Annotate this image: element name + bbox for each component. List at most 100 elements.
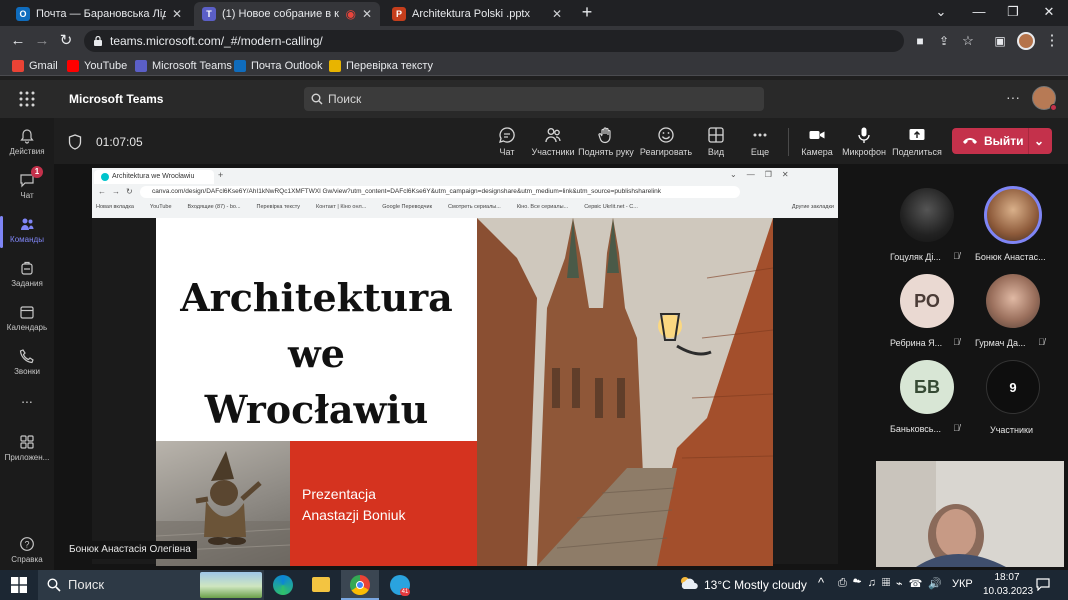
file-explorer-icon[interactable] xyxy=(312,577,330,592)
search-icon xyxy=(47,578,61,592)
chevron-up-icon[interactable]: ^ xyxy=(818,575,824,590)
browser-tab-outlook[interactable]: O Почта — Барановська Лідія Вік ✕ xyxy=(8,2,190,26)
youtube-icon xyxy=(67,60,79,72)
rail-item-calls[interactable]: Звонки xyxy=(0,344,54,384)
browser-tab-teams[interactable]: T (1) Новое собрание в канал ◉ ✕ xyxy=(194,2,380,26)
rail-item-chat[interactable]: Чат xyxy=(0,168,54,208)
calendar-icon xyxy=(20,306,34,319)
meeting-timer: 01:07:05 xyxy=(96,135,143,149)
lock-icon xyxy=(94,36,102,46)
bookmark-outlook[interactable]: Почта Outlook xyxy=(234,58,323,74)
new-tab-button[interactable]: + xyxy=(572,0,602,26)
participant-name: Гурмач Да... xyxy=(975,338,1026,348)
chevron-down-icon[interactable]: ⌄ xyxy=(1034,128,1044,154)
hang-up-icon xyxy=(963,138,977,144)
close-icon[interactable]: ✕ xyxy=(172,7,182,21)
shield-icon[interactable] xyxy=(68,134,82,150)
camera-in-use-icon[interactable]: ■ xyxy=(910,31,930,51)
self-view-video[interactable] xyxy=(876,461,1064,567)
leave-divider xyxy=(1028,128,1029,154)
share-screen-icon xyxy=(909,129,925,140)
participants-count[interactable]: 9 xyxy=(986,360,1040,414)
app-launcher-icon[interactable] xyxy=(18,90,36,108)
outlook-icon: O xyxy=(16,7,30,21)
leave-button[interactable]: Выйти ⌄ xyxy=(952,128,1052,154)
help-icon: ? xyxy=(20,537,34,551)
toolbar-share-button[interactable]: Поделиться xyxy=(889,124,945,162)
clock-time[interactable]: 18:07 xyxy=(987,572,1027,583)
weather-text[interactable]: 13°C Mostly cloudy xyxy=(704,578,807,592)
tab-label: (1) Новое собрание в канал xyxy=(222,8,340,20)
close-icon[interactable]: ✕ xyxy=(362,7,372,21)
restore-button[interactable]: ❐ xyxy=(998,0,1028,26)
grid-view-icon xyxy=(708,127,724,143)
back-arrow-icon[interactable]: ← xyxy=(8,31,28,51)
close-icon[interactable]: ✕ xyxy=(552,7,562,21)
hand-icon xyxy=(598,127,611,144)
smiley-icon xyxy=(658,127,674,143)
bookmark-youtube[interactable]: YouTube xyxy=(67,58,127,74)
more-dots-icon xyxy=(753,133,767,137)
reload-icon[interactable]: ↻ xyxy=(56,31,76,51)
forward-arrow-icon[interactable]: → xyxy=(32,31,52,51)
language-indicator[interactable]: УКР xyxy=(952,578,973,590)
more-options-icon[interactable]: ··· xyxy=(1006,89,1020,105)
windows-start-icon[interactable] xyxy=(11,577,27,593)
browser-tab-powerpoint[interactable]: P Architektura Polski .pptx ✕ xyxy=(384,2,570,26)
tab-label: Architektura Polski .pptx xyxy=(412,8,530,20)
apps-icon xyxy=(20,435,34,449)
toolbar-microphone-button[interactable]: Микрофон xyxy=(836,124,892,162)
edge-icon[interactable] xyxy=(273,575,293,595)
tray-icons[interactable]: ⎙☁♫▦ xyxy=(838,577,896,590)
toolbar-more-button[interactable]: Еще xyxy=(732,124,788,162)
participant-video[interactable] xyxy=(900,188,954,242)
slide-title: Architektura we Wrocławiu xyxy=(180,275,453,432)
bookmark-text-check[interactable]: Перевірка тексту xyxy=(329,58,433,74)
participant-name: Баньковсь... xyxy=(890,424,941,434)
rail-item-help[interactable]: ? Справка xyxy=(0,532,54,572)
bookmark-teams[interactable]: Microsoft Teams xyxy=(135,58,232,74)
participant-avatar[interactable]: РО xyxy=(900,274,954,328)
backpack-icon xyxy=(21,261,33,275)
profile-avatar[interactable] xyxy=(1017,32,1035,50)
chevron-down-icon[interactable]: ⌄ xyxy=(926,0,956,26)
rail-item-calendar[interactable]: Календарь xyxy=(0,300,54,340)
presenter-name-label: Бонюк Анастасія Олегівна xyxy=(63,541,197,559)
teams-icon xyxy=(135,60,147,72)
toolbar-participants-button[interactable]: Участники xyxy=(525,124,581,162)
search-input[interactable]: Поиск xyxy=(304,87,764,111)
rail-item-assignments[interactable]: Задания xyxy=(0,256,54,296)
close-window-button[interactable]: ✕ xyxy=(1034,0,1064,26)
svg-text:?: ? xyxy=(24,540,29,550)
participant-name: Бонюк Анастас... xyxy=(975,252,1046,262)
side-panel-icon[interactable]: ▣ xyxy=(990,31,1010,51)
status-badge xyxy=(1050,104,1057,111)
rail-item-teams[interactable]: Команды xyxy=(0,212,54,252)
notification-icon[interactable] xyxy=(1036,578,1050,591)
camera-icon xyxy=(809,131,825,139)
cathedral-photo xyxy=(477,218,773,566)
shared-bookmarks-bar: Новая вкладка YouTube Входящие (87) - bo… xyxy=(96,204,834,210)
menu-icon[interactable]: ⋮ xyxy=(1042,31,1062,51)
window-controls-icon: ⌄—❐✕ xyxy=(730,170,799,179)
clock-date[interactable]: 10.03.2023 xyxy=(983,586,1033,597)
mic-off-icon: 🎙̸ xyxy=(953,251,960,261)
rail-item-more[interactable]: ... xyxy=(0,390,54,430)
mic-off-icon: 🎙̸ xyxy=(953,337,960,347)
slide-subtitle: Prezentacja Anastazji Boniuk xyxy=(302,486,406,523)
star-icon[interactable]: ☆ xyxy=(958,31,978,51)
toolbar-raise-hand-button[interactable]: Поднять руку xyxy=(578,124,634,162)
share-icon[interactable]: ⇪ xyxy=(934,31,954,51)
system-tray-icons[interactable]: ⌁☎🔊 xyxy=(896,577,948,590)
shared-tab: Architektura we Wrocławiu xyxy=(94,170,214,184)
toolbar-react-button[interactable]: Реагировать xyxy=(638,124,694,162)
participant-video-speaking[interactable] xyxy=(984,186,1042,244)
participant-avatar[interactable]: БВ xyxy=(900,360,954,414)
rail-item-apps[interactable]: Приложен... xyxy=(0,430,54,470)
text-check-icon xyxy=(329,60,341,72)
rail-item-activity[interactable]: Действия xyxy=(0,124,54,164)
address-bar[interactable]: teams.microsoft.com/_#/modern-calling/ xyxy=(84,30,904,52)
bookmark-gmail[interactable]: Gmail xyxy=(12,58,58,74)
participant-video[interactable] xyxy=(986,274,1040,328)
minimize-button[interactable]: — xyxy=(964,0,994,26)
